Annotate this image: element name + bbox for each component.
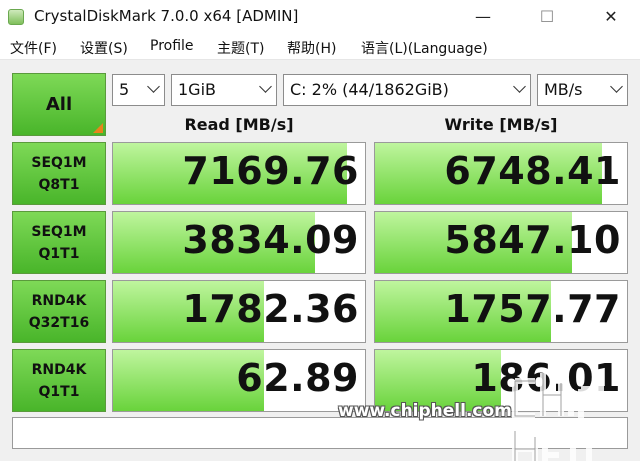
write-value: 5847.10 [444,218,621,262]
rnd4k-q1t1-button[interactable]: RND4K Q1T1 [12,349,106,412]
read-header: Read [MB/s] [184,115,294,134]
test-name: SEQ1M [31,154,87,171]
test-name: RND4K [31,292,87,309]
corner-marker-icon [93,123,103,133]
read-result-cell: 3834.09 [112,211,366,274]
menu-language[interactable]: 语言(L)(Language) [361,38,488,58]
app-icon [8,9,24,25]
read-value: 3834.09 [182,218,359,262]
write-value: 1757.77 [444,287,621,331]
chiphell-logo-icon [512,373,604,461]
chevron-down-icon [513,80,526,93]
test-name: RND4K [31,361,87,378]
test-params: Q1T1 [38,245,80,262]
maximize-button[interactable]: ☐ [524,4,570,30]
minimize-button[interactable]: — [460,4,506,30]
test-count-value: 5 [119,80,130,99]
test-params: Q8T1 [38,176,80,193]
seq1m-q1t1-button[interactable]: SEQ1M Q1T1 [12,211,106,274]
chevron-down-icon [259,80,272,93]
menu-settings[interactable]: 设置(S) [80,38,128,58]
read-value: 62.89 [236,356,359,400]
write-result-cell: 6748.41 [374,142,628,205]
menu-profile[interactable]: Profile [150,38,194,54]
test-name: SEQ1M [31,223,87,240]
write-result-cell: 5847.10 [374,211,628,274]
test-params: Q32T16 [28,314,90,331]
write-value: 6748.41 [444,149,621,193]
read-value: 7169.76 [182,149,359,193]
drive-value: C: 2% (44/1862GiB) [290,80,449,99]
title-bar: CrystalDiskMark 7.0.0 x64 [ADMIN] — ☐ ✕ [0,0,640,34]
menu-theme[interactable]: 主题(T) [217,38,264,58]
read-result-cell: 7169.76 [112,142,366,205]
window-title: CrystalDiskMark 7.0.0 x64 [ADMIN] [34,7,299,25]
unit-value: MB/s [544,80,583,99]
rnd4k-q32t16-button[interactable]: RND4K Q32T16 [12,280,106,343]
watermark-text: www.chiphell.com [338,401,512,421]
unit-select[interactable]: MB/s [537,74,628,106]
all-button[interactable]: All [12,73,106,136]
chevron-down-icon [610,80,623,93]
read-result-cell: 1782.36 [112,280,366,343]
test-count-select[interactable]: 5 [112,74,165,106]
read-result-cell: 62.89 [112,349,366,412]
test-params: Q1T1 [38,383,80,400]
seq1m-q8t1-button[interactable]: SEQ1M Q8T1 [12,142,106,205]
chevron-down-icon [147,80,160,93]
all-label: All [45,94,73,115]
menu-bar: 文件(F) 设置(S) Profile 主题(T) 帮助(H) 语言(L)(La… [0,34,640,60]
drive-select[interactable]: C: 2% (44/1862GiB) [283,74,531,106]
read-value: 1782.36 [182,287,359,331]
test-size-select[interactable]: 1GiB [171,74,277,106]
menu-help[interactable]: 帮助(H) [287,38,336,58]
menu-file[interactable]: 文件(F) [10,38,57,58]
main-panel: All 5 1GiB C: 2% (44/1862GiB) MB/s Read … [0,61,640,461]
close-button[interactable]: ✕ [588,4,634,30]
write-header: Write [MB/s] [444,115,558,134]
test-size-value: 1GiB [178,80,216,99]
write-result-cell: 1757.77 [374,280,628,343]
